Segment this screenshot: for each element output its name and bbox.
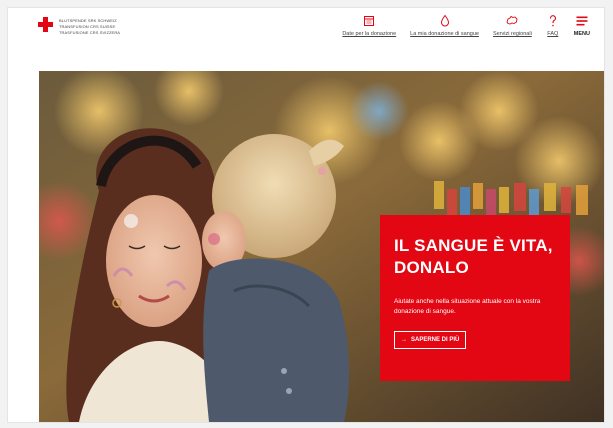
arrow-right-icon: → [401,337,407,343]
red-cross-icon [38,17,53,32]
logo-text: Blutspende SRK Schweiz Transfusion CRS S… [59,18,120,36]
nav-label: Servizi regionali [492,31,532,37]
map-icon [506,15,518,25]
nav-my-donation[interactable]: La mia donazione di sangue [410,14,479,37]
nav-regional-services[interactable]: Servizi regionali [493,14,532,37]
hero-title-line: DONALO [394,258,469,277]
hero-cta-box: IL SANGUE È VITA, DONALO Aiutate anche n… [380,215,570,381]
hamburger-icon [576,16,588,26]
menu-button[interactable]: MENU [574,14,590,37]
nav-label: Date per la donazione [342,31,397,37]
hero-title: IL SANGUE È VITA, DONALO [394,235,556,279]
logo[interactable]: Blutspende SRK Schweiz Transfusion CRS S… [38,14,120,44]
top-nav: Date per la donazione La mia donazione d… [342,14,590,37]
menu-label: MENU [573,31,590,37]
drop-icon [440,14,449,27]
nav-label: FAQ [547,31,559,37]
hero-banner: IL SANGUE È VITA, DONALO Aiutate anche n… [39,71,604,422]
learn-more-label: SAPERNE DI PIÙ [411,337,460,343]
page-frame: Blutspende SRK Schweiz Transfusion CRS S… [8,8,604,422]
nav-label: La mia donazione di sangue [410,31,479,37]
question-icon [549,15,556,27]
learn-more-button[interactable]: → SAPERNE DI PIÙ [394,331,467,349]
nav-donation-dates[interactable]: Date per la donazione [342,14,396,37]
hero-text: Aiutate anche nella situazione attuale c… [394,298,541,315]
calendar-icon [364,16,375,26]
nav-faq[interactable]: FAQ [546,14,560,37]
logo-line: Trasfusione CRS Svizzera [59,30,121,35]
hero-title-line: IL SANGUE È VITA, [394,236,553,255]
